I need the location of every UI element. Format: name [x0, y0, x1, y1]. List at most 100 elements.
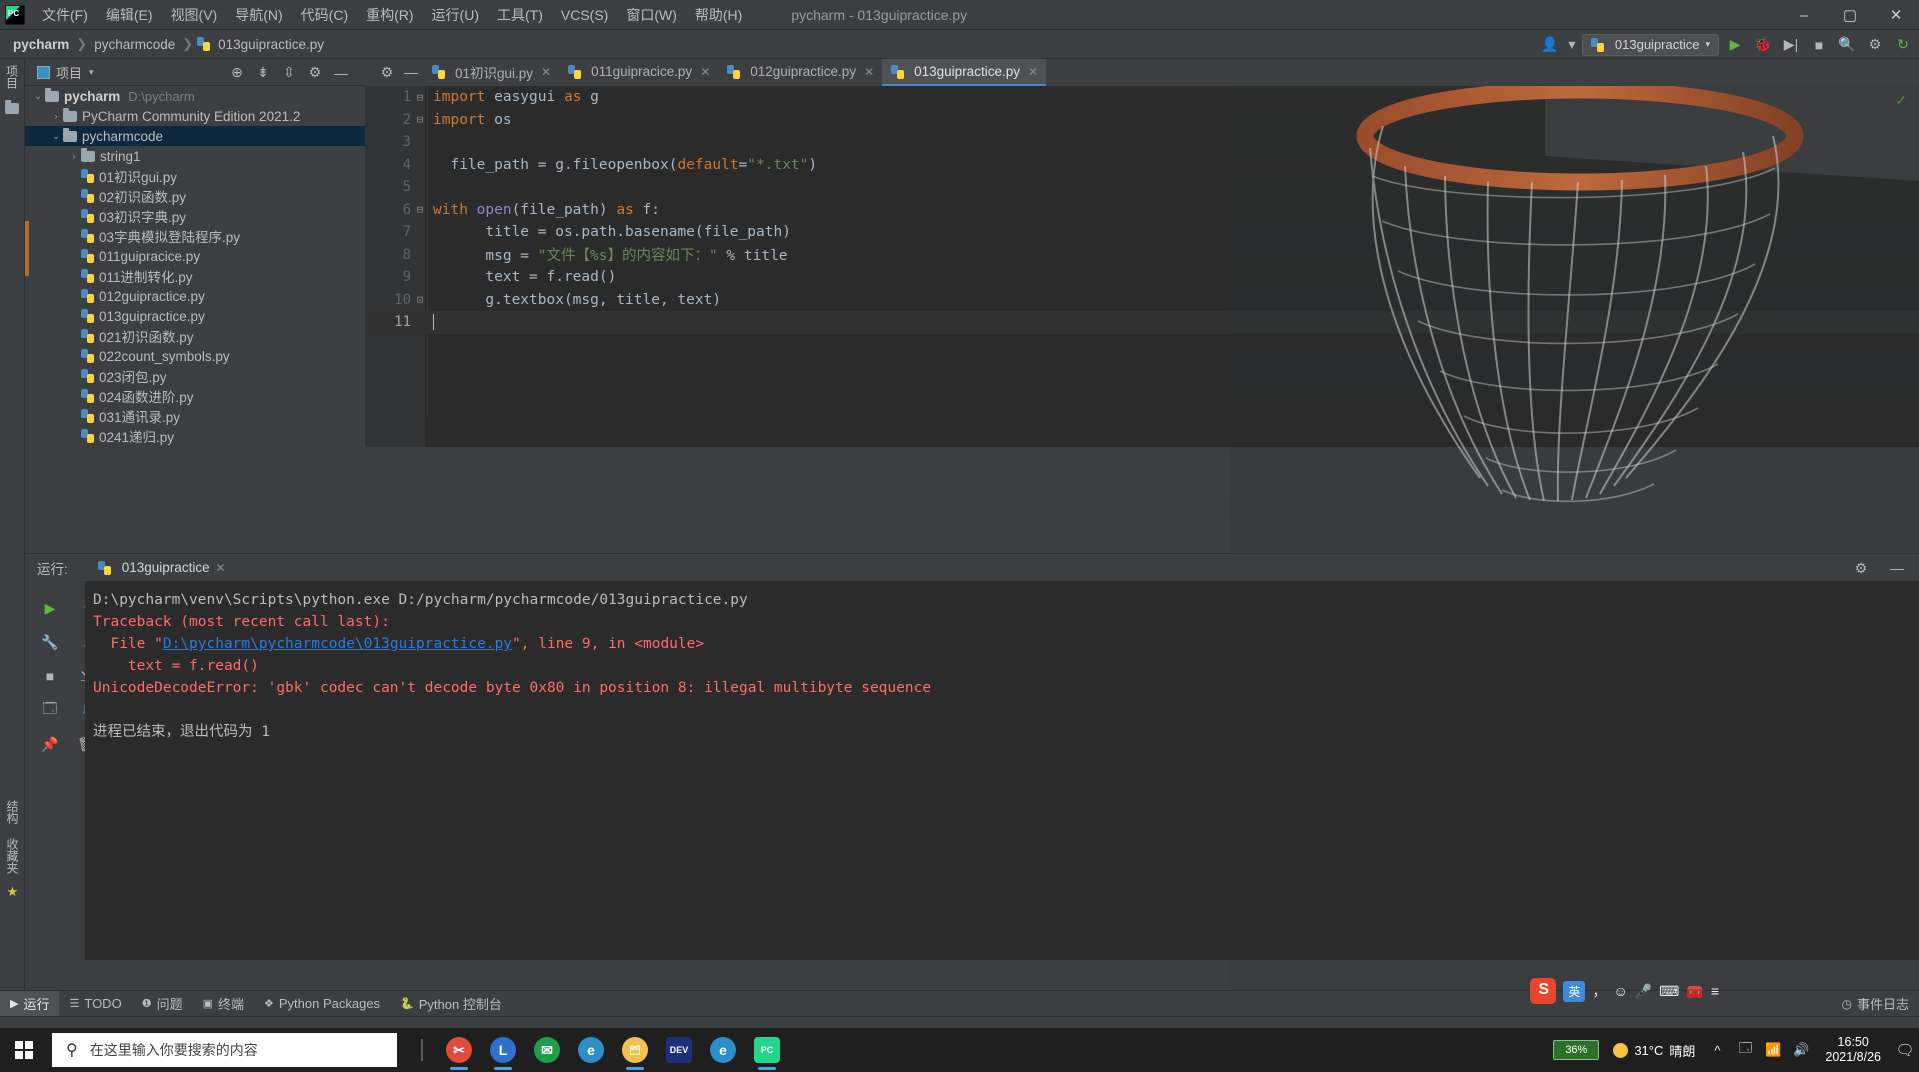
code-editor[interactable]: 1 ⊟ import easygui as g 2 ⊟ import os 3 4 file_…	[365, 86, 1919, 447]
taskbar-loop-app[interactable]: L	[481, 1028, 525, 1072]
run-window-settings-icon[interactable]: ⚙	[1849, 557, 1873, 579]
tool-python-packages[interactable]: ❖ Python Packages	[254, 993, 390, 1014]
code-fold-icon[interactable]: ⊡	[411, 293, 429, 306]
breadcrumb-project[interactable]: pycharm	[10, 37, 72, 52]
editor-tab-close-icon[interactable]: ✕	[864, 65, 874, 79]
project-settings-gear-icon[interactable]: ⚙	[303, 62, 327, 84]
account-chevron-down-icon[interactable]: ▾	[1566, 34, 1578, 56]
run-configuration-selector[interactable]: 013guipractice ▾	[1581, 33, 1719, 56]
ime-more-icon[interactable]: ≡	[1711, 983, 1719, 999]
collapse-all-icon[interactable]: ⇟	[251, 62, 275, 84]
search-icon[interactable]: 🔍	[1835, 34, 1859, 56]
taskbar-snip-app[interactable]: ✂	[437, 1028, 481, 1072]
tray-display-icon[interactable]: 🗔	[1731, 1028, 1759, 1072]
tool-problems[interactable]: ❶ 问题	[132, 991, 193, 1016]
run-console-output[interactable]: D:\pycharm\venv\Scripts\python.exe D:/py…	[85, 581, 1919, 960]
tree-expand-chevron-icon[interactable]: ›	[49, 111, 63, 121]
strip-label-structure[interactable]: 结构	[4, 800, 21, 824]
editor-hide-panel-icon[interactable]: —	[399, 61, 423, 83]
expand-all-icon[interactable]: ⇳	[277, 62, 301, 84]
tree-item[interactable]: 022count_symbols.py	[25, 346, 365, 366]
code-fold-icon[interactable]: ⊟	[411, 113, 429, 126]
ime-keyboard-icon[interactable]: ⌨	[1659, 983, 1679, 1000]
tree-item[interactable]: 031通讯录.py	[25, 406, 365, 426]
tree-item[interactable]: ⌄ pycharmcode	[25, 126, 365, 146]
editor-tab-close-icon[interactable]: ✕	[1028, 65, 1038, 79]
editor-tab-close-icon[interactable]: ✕	[700, 65, 710, 79]
tree-expand-chevron-icon[interactable]: ›	[67, 151, 81, 161]
tool-run[interactable]: ▶ 运行	[0, 991, 60, 1016]
tree-item[interactable]: 0241递归.py	[25, 426, 365, 446]
tree-item[interactable]: › string1	[25, 146, 365, 166]
tree-expand-chevron-icon[interactable]: ⌄	[31, 91, 45, 102]
taskbar-mail-app[interactable]: ✉	[525, 1028, 569, 1072]
menu-navigate[interactable]: 导航(N)	[226, 1, 291, 29]
ime-microphone-icon[interactable]: 🎤	[1635, 983, 1652, 1000]
console-file-link[interactable]: D:\pycharm\pycharmcode\013guipractice.py	[163, 636, 512, 652]
tree-expand-chevron-icon[interactable]: ⌄	[49, 131, 63, 142]
run-tab-close-icon[interactable]: ✕	[216, 561, 226, 575]
weather-widget[interactable]: 31°C 晴朗	[1605, 1041, 1703, 1060]
project-panel-chevron-down-icon[interactable]: ▾	[89, 67, 94, 78]
tool-python-console[interactable]: 🐍 Python 控制台	[390, 991, 512, 1016]
tree-item[interactable]: ⌄ pycharm D:\pycharm	[25, 86, 365, 106]
tree-item[interactable]: 012guipractice.py	[25, 286, 365, 306]
tree-item[interactable]: 011进制转化.py	[25, 266, 365, 286]
settings-gear-icon[interactable]: ⚙	[1863, 34, 1887, 56]
ime-toolbox-icon[interactable]: 🧰	[1686, 983, 1703, 1000]
event-log-label[interactable]: 事件日志	[1857, 994, 1909, 1013]
settings-wrench-icon[interactable]: 🔧	[37, 629, 63, 655]
minimize-button[interactable]: –	[1781, 0, 1827, 30]
tree-item[interactable]: 02初识函数.py	[25, 186, 365, 206]
maximize-button[interactable]: ▢	[1827, 0, 1873, 30]
run-coverage-button[interactable]: ▶|	[1779, 34, 1803, 56]
tree-item[interactable]: 01初识gui.py	[25, 166, 365, 186]
inspection-ok-icon[interactable]: ✓	[1895, 92, 1907, 109]
strip-label-project[interactable]: 项目	[4, 65, 21, 89]
debug-button[interactable]: 🐞	[1751, 34, 1775, 56]
menu-edit[interactable]: 编辑(E)	[97, 1, 162, 29]
hide-panel-icon[interactable]: —	[329, 62, 353, 84]
ime-punctuation-icon[interactable]: ，	[1592, 981, 1606, 1001]
editor-tab[interactable]: 011guipracice.py ✕	[559, 59, 718, 86]
editor-tab[interactable]: 012guipractice.py ✕	[718, 59, 882, 86]
taskbar-clock[interactable]: 16:50 2021/8/26	[1815, 1035, 1891, 1065]
project-tree[interactable]: ⌄ pycharm D:\pycharm › PyCharm Community Edi…	[25, 86, 365, 447]
menu-tools[interactable]: 工具(T)	[488, 1, 552, 29]
taskbar-pycharm-app[interactable]: PC	[745, 1028, 789, 1072]
battery-indicator[interactable]: 36%	[1553, 1040, 1600, 1060]
menu-file[interactable]: 文件(F)	[33, 1, 97, 29]
tree-item[interactable]: › PyCharm Community Edition 2021.2	[25, 106, 365, 126]
account-icon[interactable]: 👤	[1538, 34, 1562, 56]
pin-tab-button[interactable]: 📌	[37, 731, 63, 757]
tree-item[interactable]: 023闭包.py	[25, 366, 365, 386]
breadcrumb-file[interactable]: 013guipractice.py	[215, 37, 327, 52]
ime-emoji-icon[interactable]: ☺	[1613, 983, 1627, 999]
taskbar-edge-app[interactable]: e	[569, 1028, 613, 1072]
stop-button[interactable]: ■	[1807, 34, 1831, 56]
tool-terminal[interactable]: ▣ 终端	[193, 991, 254, 1016]
menu-vcs[interactable]: VCS(S)	[552, 3, 617, 27]
tray-network-icon[interactable]: 📶	[1759, 1028, 1787, 1072]
tree-item[interactable]: 013guipractice.py	[25, 306, 365, 326]
tree-item[interactable]: 024函数进阶.py	[25, 386, 365, 406]
close-button[interactable]: ✕	[1873, 0, 1919, 30]
rerun-button[interactable]: ▶	[37, 595, 63, 621]
breadcrumb-folder[interactable]: pycharmcode	[91, 37, 178, 52]
notification-center-icon[interactable]: 🗨	[1891, 1028, 1919, 1072]
menu-code[interactable]: 代码(C)	[292, 1, 357, 29]
editor-tab[interactable]: 013guipractice.py ✕	[882, 59, 1047, 86]
locate-file-icon[interactable]: ⊕	[225, 62, 249, 84]
menu-window[interactable]: 窗口(W)	[617, 1, 686, 29]
menu-refactor[interactable]: 重构(R)	[357, 1, 422, 29]
taskbar-explorer-app[interactable]: 🗂	[613, 1028, 657, 1072]
favorites-star-icon[interactable]: ★	[0, 884, 25, 900]
ime-language-indicator[interactable]: 英	[1563, 980, 1586, 1002]
updates-icon[interactable]: ↻	[1891, 34, 1915, 56]
tree-item[interactable]: 03初识字典.py	[25, 206, 365, 226]
editor-tab-close-icon[interactable]: ✕	[541, 65, 551, 79]
start-button[interactable]	[0, 1028, 48, 1072]
run-window-minimize-icon[interactable]: —	[1885, 557, 1909, 579]
sogou-ime-logo-icon[interactable]	[1530, 978, 1557, 1004]
run-tab[interactable]: 013guipractice ✕	[97, 560, 226, 575]
